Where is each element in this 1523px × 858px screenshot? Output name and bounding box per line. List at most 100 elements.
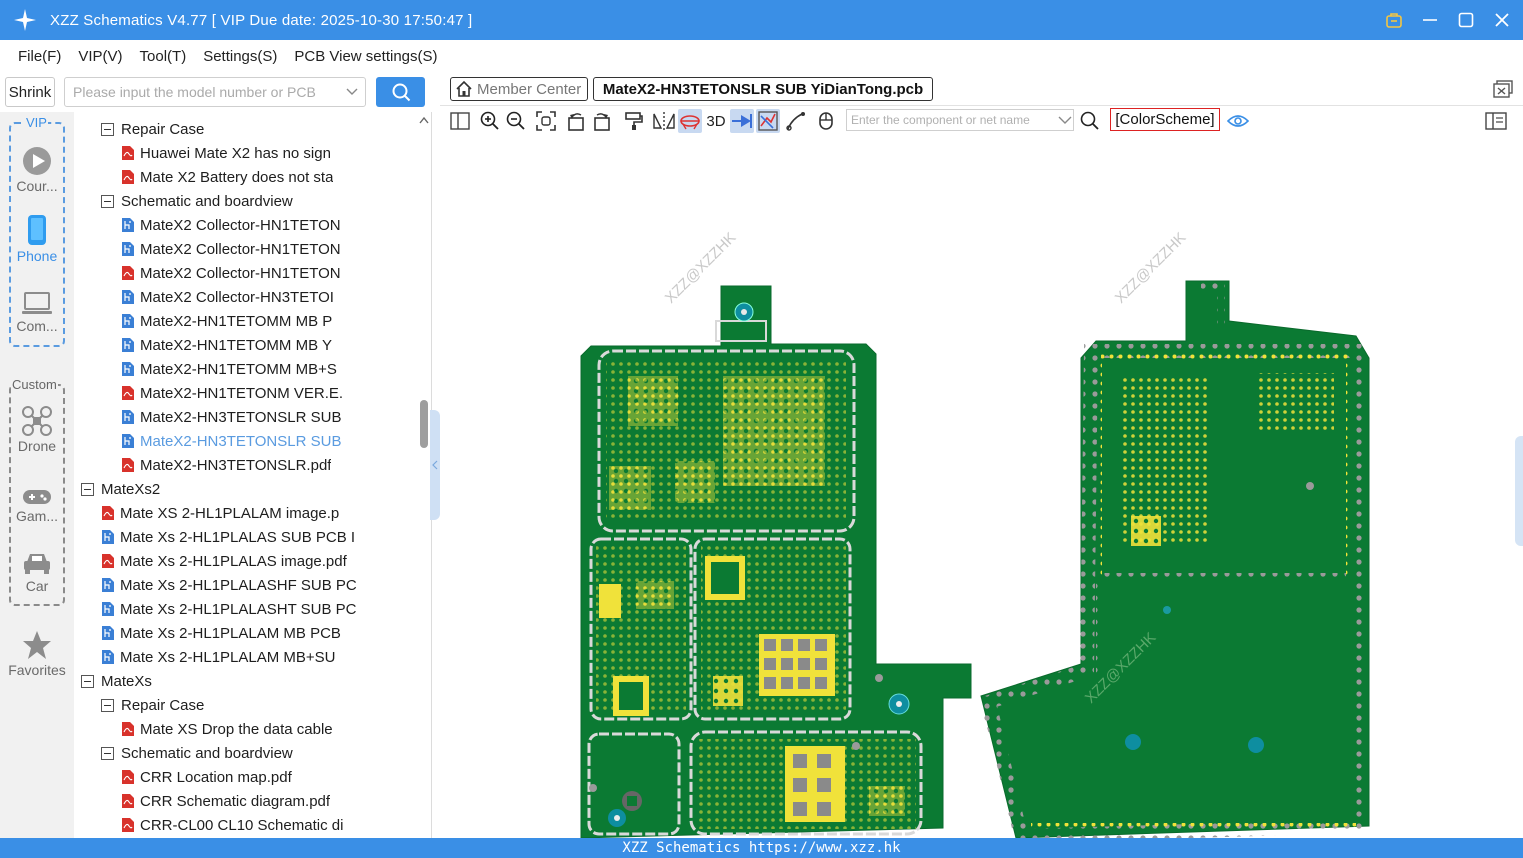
category-games[interactable]: Gam... — [0, 472, 74, 524]
pcb-board-view[interactable]: XZZ@XZZHK XZZ@XZZHK XZZ@XZZHK — [441, 136, 1513, 838]
mouse-mode-icon[interactable] — [814, 109, 838, 133]
color-scheme-button[interactable]: [ColorScheme] — [1110, 108, 1220, 131]
top-layer-icon[interactable] — [678, 109, 702, 133]
zoom-in-icon[interactable] — [478, 109, 502, 133]
category-drone[interactable]: Drone — [0, 402, 74, 454]
category-favorites[interactable]: Favorites — [0, 626, 74, 678]
category-car[interactable]: Car — [0, 542, 74, 594]
tree-file[interactable]: Mate X2 Battery does not sta — [121, 165, 333, 189]
tab-active-pcb[interactable]: MateX2-HN3TETONSLR SUB YiDianTong.pcb — [593, 77, 933, 101]
category-phone[interactable]: Phone — [0, 212, 74, 264]
side-panel-toggle-icon[interactable] — [1484, 109, 1508, 133]
menu-pcb-view-settings[interactable]: PCB View settings(S) — [294, 48, 437, 65]
tree-file[interactable]: Mate Xs 2-HL1PLALAM MB+SU — [101, 645, 336, 669]
right-panel-handle[interactable] — [1513, 136, 1523, 838]
tree-file[interactable]: Mate Xs 2-HL1PLALAS image.pdf — [101, 549, 347, 573]
pcb-canvas[interactable]: XZZ@XZZHK XZZ@XZZHK XZZ@XZZHK — [441, 136, 1513, 838]
tree-file[interactable]: CRR Schematic diagram.pdf — [121, 789, 330, 813]
tree-file[interactable]: Mate Xs 2-HL1PLALAM MB PCB — [101, 621, 341, 645]
net-highlight-icon[interactable] — [756, 109, 780, 133]
tree-file[interactable]: Mate Xs 2-HL1PLALAS SUB PCB I — [101, 525, 355, 549]
category-label: Drone — [17, 438, 57, 454]
search-button[interactable] — [376, 77, 425, 107]
component-search-icon[interactable] — [1078, 109, 1102, 133]
eye-icon[interactable] — [1226, 109, 1250, 133]
chevron-down-icon[interactable] — [339, 88, 365, 96]
tree-folder[interactable]: MateXs — [81, 669, 152, 693]
menu-tool[interactable]: Tool(T) — [140, 48, 187, 65]
tree-file[interactable]: MateX2 Collector-HN1TETON — [121, 261, 341, 285]
tree-file[interactable]: CRR Location map.pdf — [121, 765, 292, 789]
collapse-icon[interactable] — [81, 674, 94, 688]
tree-item-label: MateXs2 — [101, 480, 161, 498]
tree-file[interactable]: MateX2 Collector-HN3TETOI — [121, 285, 334, 309]
pin-select-icon[interactable] — [730, 109, 754, 133]
menu-settings[interactable]: Settings(S) — [203, 48, 277, 65]
tree-folder[interactable]: Schematic and boardview — [101, 189, 293, 213]
pcb-sub-board[interactable] — [980, 280, 1370, 838]
menu-vip[interactable]: VIP(V) — [78, 48, 122, 65]
tree-file[interactable]: Mate Xs 2-HL1PLALASHT SUB PC — [101, 597, 356, 621]
pdf-file-icon — [121, 265, 135, 281]
rotate-left-icon[interactable] — [564, 109, 588, 133]
tree-file[interactable]: Mate XS 2-HL1PLALAM image.p — [101, 501, 339, 525]
tree-folder[interactable]: MateXs2 — [81, 477, 160, 501]
tree-item-label: MateX2-HN3TETONSLR SUB — [140, 408, 342, 426]
collapse-icon[interactable] — [101, 746, 114, 760]
tree-file[interactable]: MateX2 Collector-HN1TETON — [121, 213, 341, 237]
rotate-right-icon[interactable] — [590, 109, 614, 133]
collapse-icon[interactable] — [81, 482, 94, 496]
split-view-icon[interactable] — [448, 109, 472, 133]
tree-file[interactable]: MateX2 Collector-HN1TETON — [121, 237, 341, 261]
minimize-icon[interactable] — [1419, 9, 1441, 31]
tree-file[interactable]: MateX2-HN1TETOMM MB P — [121, 309, 332, 333]
scroll-up-icon[interactable] — [418, 114, 430, 126]
tree-file[interactable]: MateX2-HN3TETONSLR SUB — [121, 429, 341, 453]
shrink-button[interactable]: Shrink — [5, 77, 55, 107]
fit-view-icon[interactable] — [534, 109, 558, 133]
tree-file[interactable]: Huawei Mate X2 has no sign — [121, 141, 331, 165]
view-3d-button[interactable]: 3D — [704, 109, 728, 133]
category-label: Cour... — [16, 178, 58, 194]
menu-file[interactable]: File(F) — [18, 48, 61, 65]
collapse-icon[interactable] — [101, 194, 114, 208]
tree-file[interactable]: MateX2-HN1TETOMM MB+S — [121, 357, 337, 381]
panel-collapse-handle[interactable] — [430, 410, 440, 520]
component-search-input[interactable]: Enter the component or net name — [846, 109, 1074, 131]
vip-icon[interactable] — [1383, 9, 1405, 31]
maximize-icon[interactable] — [1455, 9, 1477, 31]
tree-item-label: MateX2-HN1TETOMM MB Y — [140, 336, 332, 354]
tree-folder[interactable]: Repair Case — [101, 693, 204, 717]
format-painter-icon[interactable] — [622, 109, 646, 133]
pcb-file-icon — [101, 529, 115, 545]
collapse-icon[interactable] — [101, 122, 114, 136]
tree-file[interactable]: MateX2-HN1TETOMM MB Y — [121, 333, 332, 357]
collapse-icon[interactable] — [101, 698, 114, 712]
tree-file[interactable]: MateX2-HN3TETONSLR SUB — [121, 405, 341, 429]
tree-file[interactable]: CRR-CL00 CL10 Schematic di — [121, 813, 343, 837]
tree-scroll-thumb[interactable] — [420, 400, 428, 448]
tree-scrollbar[interactable] — [418, 112, 430, 838]
tree-folder[interactable]: Repair Case — [101, 117, 204, 141]
tree-file[interactable]: MateX2-HN3TETONSLR.pdf — [121, 453, 331, 477]
chevron-down-icon[interactable] — [1057, 115, 1073, 125]
trace-tool-icon[interactable] — [784, 109, 808, 133]
model-search-input[interactable]: Please input the model number or PCB — [64, 77, 366, 107]
tree-file[interactable]: MateX2-HN1TETONM VER.E. — [121, 381, 343, 405]
tab-member-center[interactable]: Member Center — [450, 77, 588, 101]
file-tree: Repair Case Huawei Mate X2 has no sign Mat… — [74, 112, 432, 838]
tree-file[interactable]: Mate XS Drop the data cable — [121, 717, 333, 741]
category-courses[interactable]: Cour... — [0, 142, 74, 194]
close-all-tabs-icon[interactable] — [1493, 80, 1513, 103]
tree-item-label: Mate Xs 2-HL1PLALASHF SUB PC — [120, 576, 357, 594]
pdf-file-icon — [121, 721, 135, 737]
close-icon[interactable] — [1491, 9, 1513, 31]
category-computer[interactable]: Com... — [0, 282, 74, 334]
mirror-icon[interactable] — [652, 109, 676, 133]
star-icon — [0, 626, 74, 660]
pcb-file-icon — [121, 337, 135, 353]
zoom-out-icon[interactable] — [504, 109, 528, 133]
pcb-main-board[interactable] — [580, 285, 972, 838]
tree-file[interactable]: Mate Xs 2-HL1PLALASHF SUB PC — [101, 573, 357, 597]
tree-folder[interactable]: Schematic and boardview — [101, 741, 293, 765]
